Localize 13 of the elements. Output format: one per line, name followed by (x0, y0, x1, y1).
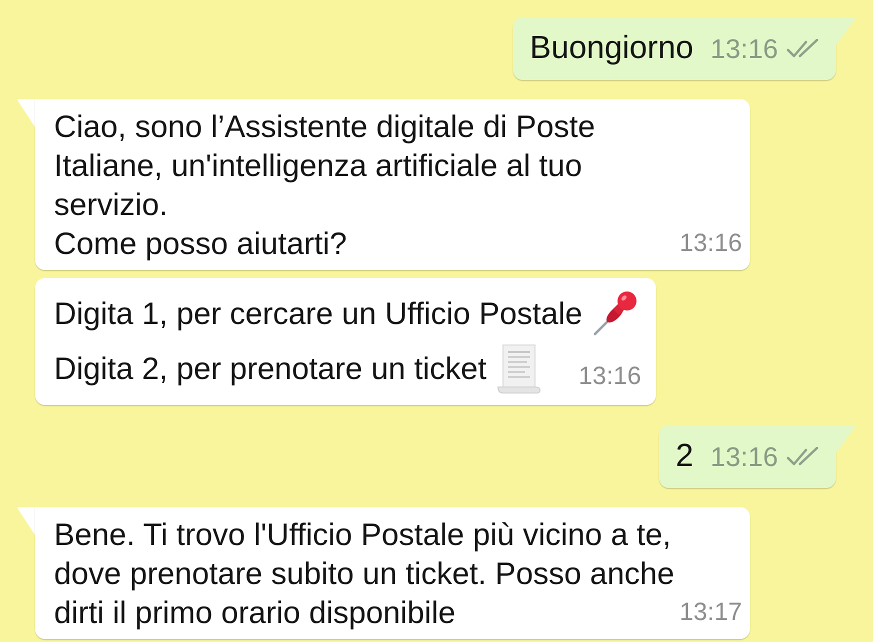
message-text: Buongiorno (530, 28, 694, 67)
message-text: Digita 1, per cercare un Ufficio Postale (54, 295, 582, 333)
message-text: Bene. Ti trovo l'Ufficio Postale più vicino a te, dove prenotare subito un ticket. Posso anche dirti il primo orario disponibile (54, 516, 674, 632)
message-time: 13:16 (710, 33, 778, 66)
message-time: 13:16 (578, 361, 642, 392)
message-text: Ciao, sono l’Assistente digitale di Poste Italiane, un'intelligenza artificiale al tuo servizio. (54, 108, 596, 224)
message-time: 13:16 (710, 441, 778, 474)
message-text: Digita 2, per prenotare un ticket (54, 350, 487, 388)
message-time: 13:17 (679, 597, 742, 628)
message-text: 2 (676, 436, 694, 475)
document-icon (496, 344, 541, 394)
message-time: 13:16 (679, 228, 742, 259)
message-text: Come posso aiutarti? (54, 225, 347, 263)
